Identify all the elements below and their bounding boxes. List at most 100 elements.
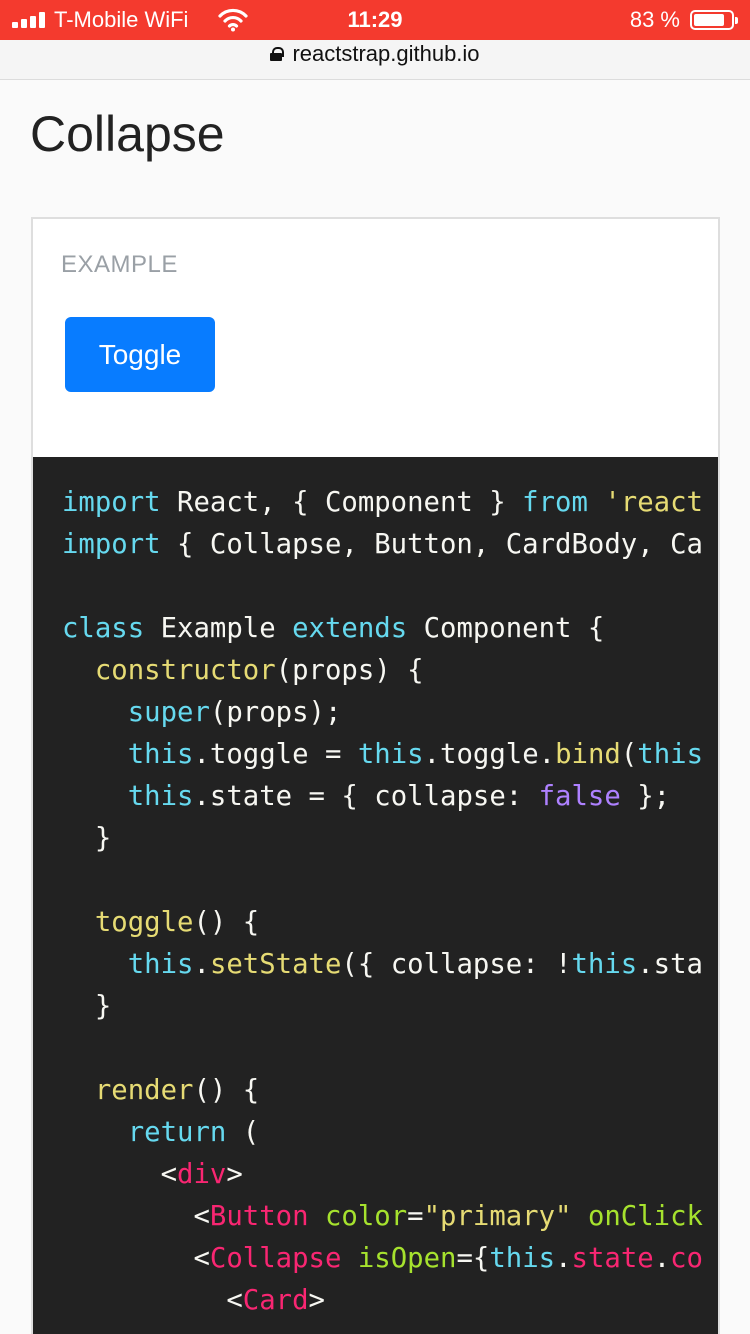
code-line: <div> — [62, 1154, 703, 1196]
code-token: onClick — [587, 1201, 703, 1232]
code-line: super(props); — [62, 692, 703, 734]
code-token: ({ collapse: ! — [341, 949, 572, 980]
url-text: reactstrap.github.io — [292, 41, 480, 66]
code-token: bind — [555, 739, 621, 770]
toggle-button[interactable]: Toggle — [65, 317, 215, 392]
code-token: import — [62, 529, 161, 560]
code-token: }; — [620, 781, 671, 812]
code-token: this — [127, 781, 194, 812]
code-block: import React, { Component } from 'react i… — [33, 457, 718, 1334]
code-token: ( — [620, 739, 638, 770]
code-line: <Collapse isOpen={this.state.co — [62, 1238, 703, 1280]
code-token: < — [62, 1159, 178, 1190]
code-text: import React, { Component } from 'react i… — [62, 482, 703, 1322]
code-token: ( — [226, 1117, 260, 1148]
code-token: = — [407, 1201, 424, 1232]
code-token: "primary" — [423, 1201, 572, 1232]
battery-percent: 83 % — [629, 7, 680, 32]
example-card: EXAMPLE Toggle import React, { Component… — [31, 217, 720, 1334]
code-token: this — [127, 739, 194, 770]
code-token: () { — [193, 1075, 260, 1106]
code-token: render — [94, 1075, 194, 1106]
code-line: this.state = { collapse: false }; — [62, 776, 703, 818]
code-token: < — [62, 1285, 243, 1316]
code-line: constructor(props) { — [62, 650, 703, 692]
code-token: } — [62, 991, 112, 1022]
code-line: render() { — [62, 1070, 703, 1112]
code-line: this.setState({ collapse: !this.sta — [62, 944, 703, 986]
code-token: Example — [144, 613, 293, 644]
code-token: ={ — [456, 1243, 490, 1274]
code-line: <Card> — [62, 1280, 703, 1322]
code-token: color — [324, 1201, 408, 1232]
code-token: return — [127, 1117, 227, 1148]
code-token: Component { — [407, 613, 605, 644]
code-token: > — [308, 1285, 325, 1316]
code-token: . — [193, 949, 210, 980]
code-token: (props) { — [275, 655, 424, 686]
code-token: isOpen — [357, 1243, 457, 1274]
code-token: 'react — [604, 487, 703, 518]
code-token: from — [522, 487, 588, 518]
code-token: React, { Component } — [160, 487, 523, 518]
code-token: Button — [209, 1201, 309, 1232]
example-label: EXAMPLE — [61, 251, 178, 278]
browser-url-bar[interactable]: reactstrap.github.io — [0, 40, 750, 80]
code-token: .state = { collapse: — [193, 781, 539, 812]
code-token: this — [127, 949, 194, 980]
status-bar: T-Mobile WiFi 11:29 83 % — [0, 0, 750, 40]
code-token: co — [670, 1243, 703, 1274]
code-token: this — [489, 1243, 556, 1274]
code-token: < — [62, 1201, 210, 1232]
code-line: <Button color="primary" onClick — [62, 1196, 703, 1238]
code-token: import — [62, 487, 161, 518]
code-token: < — [62, 1243, 210, 1274]
code-token: Collapse — [209, 1243, 342, 1274]
code-token: constructor — [94, 655, 276, 686]
code-token: super — [127, 697, 210, 728]
code-token: false — [538, 781, 621, 812]
page-title: Collapse — [30, 106, 225, 162]
code-line: } — [62, 818, 703, 860]
code-token: this — [357, 739, 424, 770]
code-token: Card — [242, 1285, 309, 1316]
code-token: this — [637, 739, 704, 770]
code-line: import React, { Component } from 'react — [62, 482, 703, 524]
code-token: > — [226, 1159, 243, 1190]
code-line: class Example extends Component { — [62, 608, 703, 650]
code-line: toggle() { — [62, 902, 703, 944]
code-token: { Collapse, Button, CardBody, Ca — [160, 529, 703, 560]
code-line: this.toggle = this.toggle.bind(this — [62, 734, 703, 776]
code-token: .toggle. — [423, 739, 556, 770]
code-token: state — [571, 1243, 654, 1274]
code-line: import { Collapse, Button, CardBody, Ca — [62, 524, 703, 566]
lock-icon — [270, 47, 285, 61]
code-token: .toggle = — [193, 739, 358, 770]
code-token: .sta — [637, 949, 703, 980]
code-token: extends — [292, 613, 408, 644]
code-token: } — [62, 823, 112, 854]
code-line: } — [62, 986, 703, 1028]
battery-icon — [690, 10, 738, 30]
code-token: class — [62, 613, 145, 644]
code-token: div — [177, 1159, 227, 1190]
code-token: (props); — [209, 697, 342, 728]
code-token: () { — [193, 907, 260, 938]
code-line: return ( — [62, 1112, 703, 1154]
code-token: setState — [209, 949, 342, 980]
code-token: . — [653, 1243, 671, 1274]
code-token: this — [571, 949, 638, 980]
